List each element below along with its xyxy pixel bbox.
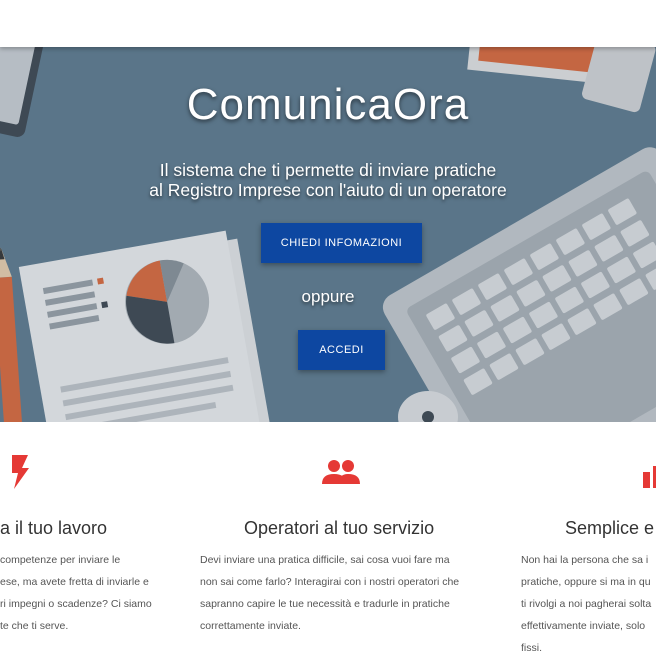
or-separator: oppure (301, 287, 355, 306)
hero-subtitle-line2: al Registro Imprese con l'aiuto di un op… (149, 180, 507, 200)
top-navbar (0, 0, 656, 47)
feature-title: Semplice e (565, 518, 655, 538)
feature-description: competenze per inviare le ese, ma avete … (0, 549, 200, 637)
lightning-bolt-icon (10, 455, 30, 494)
feature-line: effettivamente inviate, solo (521, 620, 646, 632)
hero-banner: ComunicaOra Il sistema che ti permette d… (0, 47, 656, 422)
feature-line: ese, ma avete fretta di inviarle e (0, 576, 149, 588)
feature-title: a il tuo lavoro (0, 518, 108, 538)
feature-line: fissi. (521, 642, 542, 653)
hero-title: ComunicaOra (186, 80, 470, 129)
chart-bars-icon (643, 466, 656, 493)
feature-simple: Semplice e Non hai la persona che sa i p… (521, 422, 656, 653)
feature-line: Devi inviare una pratica difficile, sai … (200, 554, 450, 566)
feature-title: Operatori al tuo servizio (244, 518, 435, 538)
feature-description: Devi inviare una pratica difficile, sai … (200, 549, 490, 637)
feature-line: non sai come farlo? Interagirai con i no… (200, 576, 460, 588)
feature-line: correttamente inviate. (200, 620, 301, 632)
feature-line: competenze per inviare le (0, 554, 121, 566)
feature-operators: Operatori al tuo servizio Devi inviare u… (200, 422, 490, 653)
feature-line: Non hai la persona che sa i (521, 554, 649, 566)
hero-subtitle-line1: Il sistema che ti permette di inviare pr… (159, 160, 497, 180)
feature-line: ri impegni o scadenze? Ci siamo (0, 598, 152, 610)
login-button[interactable]: ACCEDI (298, 330, 385, 370)
feature-line: sapranno capire le tue necessità e tradu… (200, 598, 450, 610)
request-info-button[interactable]: CHIEDI INFOMAZIONI (261, 223, 422, 263)
feature-description: Non hai la persona che sa i pratiche, op… (521, 549, 656, 653)
feature-line: ti rivolgi a noi pagherai solta (521, 598, 652, 610)
feature-line: te che ti serve. (0, 620, 69, 632)
people-icon (322, 460, 360, 489)
hero-subtitle: Il sistema che ti permette di inviare pr… (0, 160, 656, 200)
feature-line: pratiche, oppure si ma in qu (521, 576, 651, 588)
feature-fast-work: a il tuo lavoro competenze per inviare l… (0, 422, 200, 653)
